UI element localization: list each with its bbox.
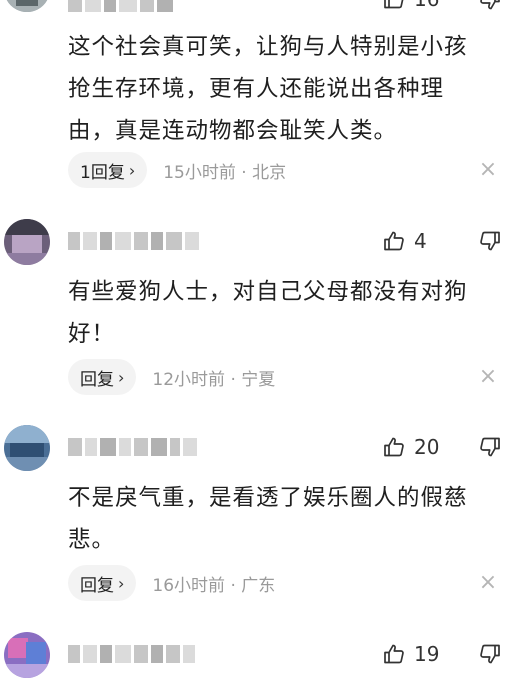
comment-actions: 回复 › 16小时前 · 广东: [68, 565, 275, 601]
comment-meta: 12小时前 · 宁夏: [152, 365, 275, 390]
comment-meta: 15小时前 · 北京: [163, 158, 286, 183]
like-button[interactable]: 20: [382, 432, 439, 462]
reply-button[interactable]: 回复 ›: [68, 359, 137, 395]
chevron-right-icon: ›: [118, 573, 125, 593]
comment-text: 有些爱狗人士，对自己父母都没有对狗 好！: [68, 271, 508, 355]
close-icon[interactable]: ×: [478, 366, 498, 388]
like-button[interactable]: 16: [382, 0, 439, 14]
meta-separator: ·: [230, 575, 236, 596]
thumbs-up-icon: [382, 229, 406, 253]
username-blurred: [68, 436, 197, 458]
reply-button[interactable]: 回复 ›: [68, 565, 137, 601]
comment-time: 16小时前: [152, 575, 226, 596]
comment-actions: 1回复 › 15小时前 · 北京: [68, 152, 286, 188]
username-blurred: [68, 643, 195, 665]
reply-label: 回复: [80, 369, 114, 390]
thumbs-down-icon[interactable]: [478, 0, 502, 12]
comment-text-line: 不是戾气重，是看透了娱乐圈人的假慈: [68, 485, 468, 511]
reply-label: 回复: [80, 575, 114, 596]
username-blurred: [68, 0, 173, 14]
close-icon[interactable]: ×: [478, 572, 498, 594]
thumbs-down-icon[interactable]: [478, 435, 502, 459]
thumbs-up-icon: [382, 435, 406, 459]
thumbs-up-icon: [382, 642, 406, 666]
comment-text-line: 抢生存环境，更有人还能说出各种理: [68, 76, 445, 102]
reply-button[interactable]: 1回复 ›: [68, 152, 148, 188]
comment-location: 广东: [241, 575, 276, 596]
avatar[interactable]: [4, 0, 50, 12]
comment-text-line: 有些爱狗人士，对自己父母都没有对狗: [68, 279, 468, 305]
close-icon[interactable]: ×: [478, 159, 498, 181]
thumbs-down-icon[interactable]: [478, 229, 502, 253]
like-count: 20: [414, 435, 440, 459]
avatar[interactable]: [4, 425, 50, 471]
reply-label: 1回复: [80, 162, 125, 183]
comment-text: 不是戾气重，是看透了娱乐圈人的假慈 悲。: [68, 477, 508, 561]
comment-location: 北京: [252, 162, 287, 183]
meta-separator: ·: [230, 369, 236, 390]
username-blurred: [68, 230, 199, 252]
chevron-right-icon: ›: [128, 160, 136, 180]
thumbs-up-icon: [382, 0, 406, 11]
avatar[interactable]: [4, 632, 50, 678]
chevron-right-icon: ›: [118, 367, 125, 387]
like-count: 19: [414, 642, 440, 666]
comment-text: 这个社会真可笑，让狗与人特别是小孩 抢生存环境，更有人还能说出各种理 由，真是连…: [68, 26, 508, 152]
comment-text-line: 由，真是连动物都会耻笑人类。: [68, 118, 398, 144]
like-count: 4: [414, 229, 427, 253]
comment-location: 宁夏: [241, 369, 276, 390]
comment-meta: 16小时前 · 广东: [152, 571, 275, 596]
meta-separator: ·: [241, 162, 247, 183]
comment-text-line: 这个社会真可笑，让狗与人特别是小孩: [68, 34, 468, 60]
comment-time: 12小时前: [152, 369, 226, 390]
thumbs-down-icon[interactable]: [478, 642, 502, 666]
comment-time: 15小时前: [163, 162, 236, 183]
comment-text-line: 悲。: [68, 527, 116, 553]
comment-text-line: 好！: [68, 321, 116, 347]
like-count: 16: [414, 0, 439, 11]
like-button[interactable]: 19: [382, 639, 439, 669]
like-button[interactable]: 4: [382, 226, 427, 256]
comment-actions: 回复 › 12小时前 · 宁夏: [68, 359, 275, 395]
avatar[interactable]: [4, 219, 50, 265]
